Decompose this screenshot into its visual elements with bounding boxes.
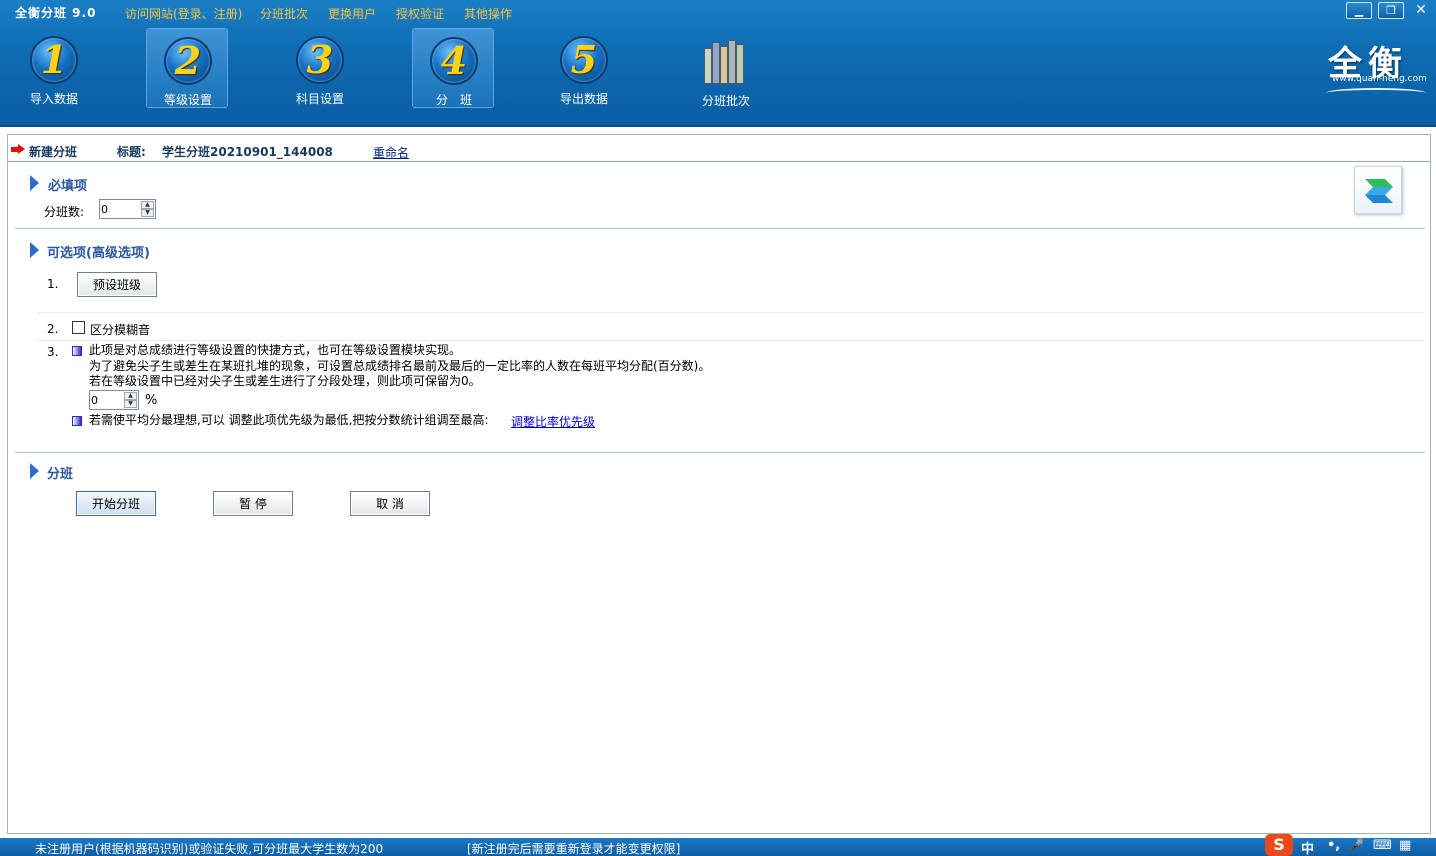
step-3-icon: 3 [296,36,344,84]
ime-toolbar[interactable]: S 中 •, 🎤 ⌨ ▦ [1263,834,1436,856]
ratio-description-3: 若在等级设置中已经对尖子生或差生进行了分段处理，则此项可保留为0。 [89,374,481,388]
bullet-icon [72,346,82,356]
menu-other-operations[interactable]: 其他操作 [464,5,512,22]
close-icon: ✕ [1415,2,1427,18]
step-label: 等级设置 [163,93,212,107]
item-number: 2. [47,322,59,336]
step-label: 科目设置 [295,92,344,106]
divide-heading: 分班 [47,467,74,482]
step-export-data[interactable]: 5 导出数据 [543,28,625,108]
menu-license-verify[interactable]: 授权验证 [396,5,444,22]
item-number: 1. [47,277,59,291]
sogou-logo-icon[interactable]: S [1265,834,1293,856]
required-heading: 必填项 [48,179,88,194]
chevron-up-icon[interactable]: ▲ [141,201,154,209]
restore-icon: ❐ [1386,4,1396,17]
microphone-icon[interactable]: 🎤 [1349,838,1364,852]
step-4-icon: 4 [430,37,478,85]
item-number: 3. [47,345,59,359]
section-triangle-icon [30,463,39,479]
divider [38,340,1424,341]
start-division-button[interactable]: 开始分班 [76,491,156,516]
cancel-button[interactable]: 取 消 [350,491,430,516]
step-5-icon: 5 [560,36,608,84]
chevron-down-icon[interactable]: ▼ [124,400,137,408]
divider [38,312,1424,313]
pause-button[interactable]: 暂 停 [213,491,293,516]
keyboard-icon[interactable]: ⌨ [1373,838,1392,853]
books-icon [702,38,750,84]
logo-base [1326,88,1426,98]
bullet-icon [72,416,82,426]
menu-visit-website[interactable]: 访问网站(登录、注册) [125,5,242,22]
fuzzy-sound-checkbox[interactable] [72,321,85,334]
title-value: 学生分班20210901_144008 [162,145,333,159]
percent-unit: % [145,393,158,408]
ratio-percent-stepper[interactable]: ▲ ▼ [89,390,139,410]
restore-button[interactable]: ❐ [1378,2,1404,19]
priority-note: 若需使平均分最理想,可以 调整此项优先级为最低,把按分数统计组调至最高: [89,413,489,427]
step-label: 分班批次 [701,94,750,108]
ime-menu-icon[interactable]: ▦ [1399,838,1411,853]
relogin-notice: [新注册完后需要重新登录才能变更权限] [467,842,681,856]
menu-batch[interactable]: 分班批次 [260,5,308,22]
step-2-icon: 2 [164,37,212,85]
panel-topbar: 新建分班 标题: 学生分班20210901_144008 重命名 [8,135,1430,162]
app-header: 全衡分班 9.0 访问网站(登录、注册) 分班批次 更换用户 授权验证 其他操作… [0,0,1436,127]
adjust-priority-link[interactable]: 调整比率优先级 [511,413,595,430]
logo-url: www.quan-heng.com [1332,74,1427,84]
section-triangle-icon [30,175,39,191]
step-divide-classes[interactable]: 4 分 班 [412,28,494,108]
close-button[interactable]: ✕ [1408,2,1434,19]
step-label: 导出数据 [559,92,608,106]
brand-logo: 全衡 www.quan-heng.com [1322,36,1434,104]
title-label: 标题: [117,145,146,159]
divider [15,228,1425,229]
class-count-stepper[interactable]: ▲ ▼ [99,199,156,219]
fuzzy-sound-label: 区分模糊音 [90,323,151,337]
step-1-icon: 1 [30,36,78,84]
chevron-up-icon[interactable]: ▲ [124,392,137,400]
app-title: 全衡分班 9.0 [15,6,97,20]
minimize-button[interactable]: ▁ [1346,2,1372,19]
status-bar: 未注册用户(根据机器码识别)或验证失败,可分班最大学生数为200 [新注册完后需… [0,834,1436,856]
ratio-percent-input[interactable] [91,392,123,408]
app-side-icon[interactable] [1354,166,1402,214]
step-label: 分 班 [435,93,472,107]
menu-change-user[interactable]: 更换用户 [328,5,376,22]
main-panel: 新建分班 标题: 学生分班20210901_144008 重命名 必填项 分班数… [7,134,1431,834]
chevron-down-icon[interactable]: ▼ [141,209,154,217]
optional-heading: 可选项(高级选项) [47,246,150,261]
ime-punctuation-icon[interactable]: •, [1327,838,1340,853]
step-grade-settings[interactable]: 2 等级设置 [146,28,228,108]
new-division-label: 新建分班 [29,145,78,159]
class-count-label: 分班数: [44,205,85,219]
step-label: 导入数据 [29,92,78,106]
minimize-icon: ▁ [1354,4,1364,17]
step-class-batch[interactable]: 分班批次 [685,28,767,108]
section-triangle-icon [30,242,39,258]
title-bar: 全衡分班 9.0 访问网站(登录、注册) 分班批次 更换用户 授权验证 其他操作… [0,0,1436,24]
license-status: 未注册用户(根据机器码识别)或验证失败,可分班最大学生数为200 [35,842,384,856]
stack-icon [1365,179,1393,203]
step-subject-settings[interactable]: 3 科目设置 [279,28,361,108]
arrow-right-icon [11,144,25,154]
preset-classes-button[interactable]: 预设班级 [77,272,157,297]
ratio-description-2: 为了避免尖子生或差生在某班扎堆的现象，可设置总成绩排名最前及最后的一定比率的人数… [89,359,711,373]
divider [15,452,1425,453]
class-count-input[interactable] [101,201,139,217]
ime-language-toggle[interactable]: 中 [1301,838,1314,856]
ratio-description-1: 此项是对总成绩进行等级设置的快捷方式，也可在等级设置模块实现。 [89,343,462,357]
rename-link[interactable]: 重命名 [373,144,409,161]
step-import-data[interactable]: 1 导入数据 [13,28,95,108]
